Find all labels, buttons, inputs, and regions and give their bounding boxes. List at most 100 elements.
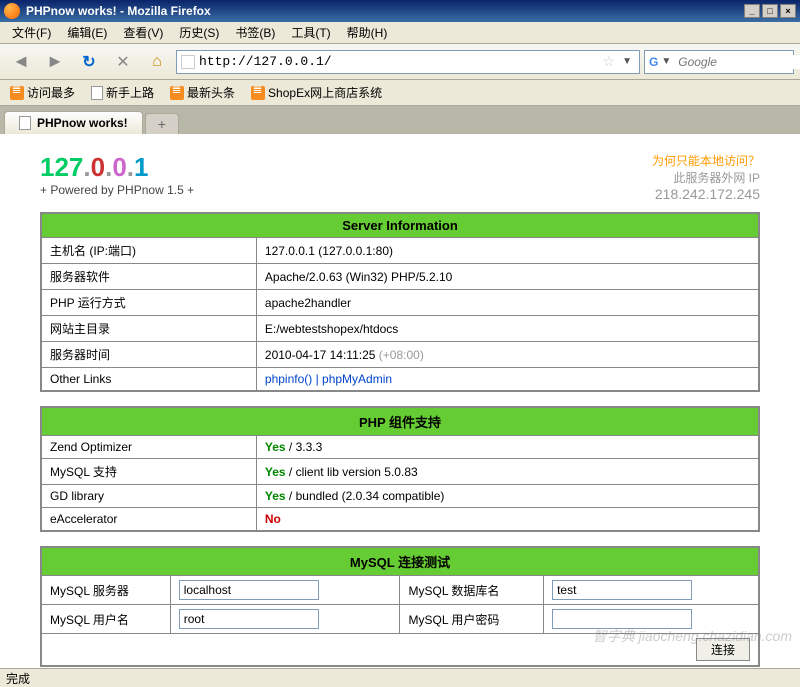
bookmark-getting-started[interactable]: 新手上路 <box>87 82 158 103</box>
row-key: GD library <box>41 485 256 508</box>
row-value: phpinfo() | phpMyAdmin <box>256 368 759 392</box>
stop-icon: ✕ <box>116 52 129 72</box>
page-header: 127.0.0.1 + Powered by PHPnow 1.5 + 为何只能… <box>40 152 760 202</box>
menu-edit[interactable]: 编辑(E) <box>59 22 115 43</box>
row-key: MySQL 支持 <box>41 459 256 485</box>
table-row: 服务器时间2010-04-17 14:11:25 (+08:00) <box>41 342 759 368</box>
mysql-user-input[interactable] <box>179 609 319 629</box>
menu-tools[interactable]: 工具(T) <box>283 22 338 43</box>
php-components-table: PHP 组件支持 Zend OptimizerYes / 3.3.3 MySQL… <box>40 406 760 532</box>
firefox-icon <box>4 3 20 19</box>
table-row: Zend OptimizerYes / 3.3.3 <box>41 436 759 459</box>
bookmark-label: 最新头条 <box>187 84 235 101</box>
external-ip-label: 此服务器外网 IP <box>652 169 760 186</box>
external-ip-block: 为何只能本地访问？ 此服务器外网 IP 218.242.172.245 <box>652 152 760 202</box>
row-key: Zend Optimizer <box>41 436 256 459</box>
row-value: apache2handler <box>256 290 759 316</box>
mysql-test-title: MySQL 连接测试 <box>41 547 759 576</box>
bookmarks-toolbar: 访问最多 新手上路 最新头条 ShopEx网上商店系统 <box>0 80 800 106</box>
ip-octet-3: 0 <box>112 152 126 182</box>
reload-button[interactable]: ↻ <box>74 47 104 77</box>
bookmark-most-visited[interactable]: 访问最多 <box>6 82 79 103</box>
menu-bookmarks[interactable]: 书签(B) <box>227 22 283 43</box>
row-key: 服务器软件 <box>41 264 256 290</box>
menu-view[interactable]: 查看(V) <box>115 22 171 43</box>
row-value: Yes / 3.3.3 <box>256 436 759 459</box>
table-row: eAcceleratorNo <box>41 508 759 532</box>
bookmark-shopex[interactable]: ShopEx网上商店系统 <box>247 82 386 103</box>
urlbar-dropdown-icon[interactable]: ▼ <box>619 56 635 67</box>
back-arrow-icon: ◄ <box>12 51 30 72</box>
bookmark-star-icon[interactable]: ☆ <box>599 53 620 70</box>
forward-button[interactable]: ► <box>40 47 70 77</box>
row-key: Other Links <box>41 368 256 392</box>
powered-by: + Powered by PHPnow 1.5 + <box>40 183 194 197</box>
mysql-db-label: MySQL 数据库名 <box>400 576 544 605</box>
new-tab-button[interactable]: + <box>145 113 179 134</box>
maximize-button[interactable]: □ <box>762 4 778 18</box>
reload-icon: ↻ <box>82 52 95 72</box>
row-value: 127.0.0.1 (127.0.0.1:80) <box>256 238 759 264</box>
mysql-pass-label: MySQL 用户密码 <box>400 605 544 634</box>
menu-file[interactable]: 文件(F) <box>4 22 59 43</box>
bookmark-headlines[interactable]: 最新头条 <box>166 82 239 103</box>
row-key: eAccelerator <box>41 508 256 532</box>
bookmark-label: 访问最多 <box>27 84 75 101</box>
table-row: GD libraryYes / bundled (2.0.34 compatib… <box>41 485 759 508</box>
table-row: Other Links phpinfo() | phpMyAdmin <box>41 368 759 392</box>
row-key: 网站主目录 <box>41 316 256 342</box>
forward-arrow-icon: ► <box>46 51 64 72</box>
tab-bar: PHPnow works! + <box>0 106 800 134</box>
table-row: PHP 运行方式apache2handler <box>41 290 759 316</box>
row-value: No <box>256 508 759 532</box>
row-value: Yes / bundled (2.0.34 compatible) <box>256 485 759 508</box>
tab-active[interactable]: PHPnow works! <box>4 111 143 134</box>
table-row: MySQL 支持Yes / client lib version 5.0.83 <box>41 459 759 485</box>
table-row: MySQL 服务器 MySQL 数据库名 <box>41 576 759 605</box>
menu-help[interactable]: 帮助(H) <box>339 22 396 43</box>
mysql-server-label: MySQL 服务器 <box>41 576 170 605</box>
page-identity-icon[interactable] <box>181 55 195 69</box>
status-text: 完成 <box>6 670 30 687</box>
ip-octet-4: 1 <box>134 152 148 182</box>
search-input[interactable] <box>674 55 800 69</box>
back-button[interactable]: ◄ <box>6 47 36 77</box>
minimize-button[interactable]: _ <box>744 4 760 18</box>
mysql-db-input[interactable] <box>552 580 692 600</box>
feed-icon <box>10 86 24 100</box>
bookmark-label: ShopEx网上商店系统 <box>268 84 382 101</box>
php-comp-title: PHP 组件支持 <box>41 407 759 436</box>
phpinfo-link[interactable]: phpinfo() | phpMyAdmin <box>265 372 392 386</box>
row-value: Apache/2.0.63 (Win32) PHP/5.2.10 <box>256 264 759 290</box>
close-button[interactable]: × <box>780 4 796 18</box>
stop-button[interactable]: ✕ <box>108 47 138 77</box>
statusbar: 完成 <box>0 668 800 687</box>
table-row: 服务器软件Apache/2.0.63 (Win32) PHP/5.2.10 <box>41 264 759 290</box>
row-value: 2010-04-17 14:11:25 (+08:00) <box>256 342 759 368</box>
menubar: 文件(F) 编辑(E) 查看(V) 历史(S) 书签(B) 工具(T) 帮助(H… <box>0 22 800 44</box>
row-key: 服务器时间 <box>41 342 256 368</box>
window-controls: _ □ × <box>744 4 796 18</box>
home-button[interactable]: ⌂ <box>142 47 172 77</box>
ip-octet-1: 127 <box>40 152 83 182</box>
server-info-title: Server Information <box>41 213 759 238</box>
google-icon[interactable]: G <box>649 55 658 69</box>
page-content: 127.0.0.1 + Powered by PHPnow 1.5 + 为何只能… <box>0 134 800 668</box>
window-titlebar: PHPnow works! - Mozilla Firefox _ □ × <box>0 0 800 22</box>
menu-history[interactable]: 历史(S) <box>171 22 227 43</box>
page-icon <box>91 86 103 100</box>
ip-title: 127.0.0.1 <box>40 152 194 183</box>
tab-favicon <box>19 116 31 130</box>
mysql-server-input[interactable] <box>179 580 319 600</box>
local-only-link[interactable]: 为何只能本地访问？ <box>652 152 760 169</box>
external-ip-value: 218.242.172.245 <box>652 186 760 202</box>
search-engine-dropdown-icon[interactable]: ▼ <box>658 56 674 67</box>
tab-title: PHPnow works! <box>37 116 128 130</box>
mysql-user-label: MySQL 用户名 <box>41 605 170 634</box>
row-key: PHP 运行方式 <box>41 290 256 316</box>
feed-icon <box>170 86 184 100</box>
row-key: 主机名 (IP:端口) <box>41 238 256 264</box>
server-info-table: Server Information 主机名 (IP:端口)127.0.0.1 … <box>40 212 760 392</box>
watermark: 智字典 jiaocheng.chazidian.com <box>593 626 792 646</box>
url-input[interactable] <box>199 54 599 69</box>
